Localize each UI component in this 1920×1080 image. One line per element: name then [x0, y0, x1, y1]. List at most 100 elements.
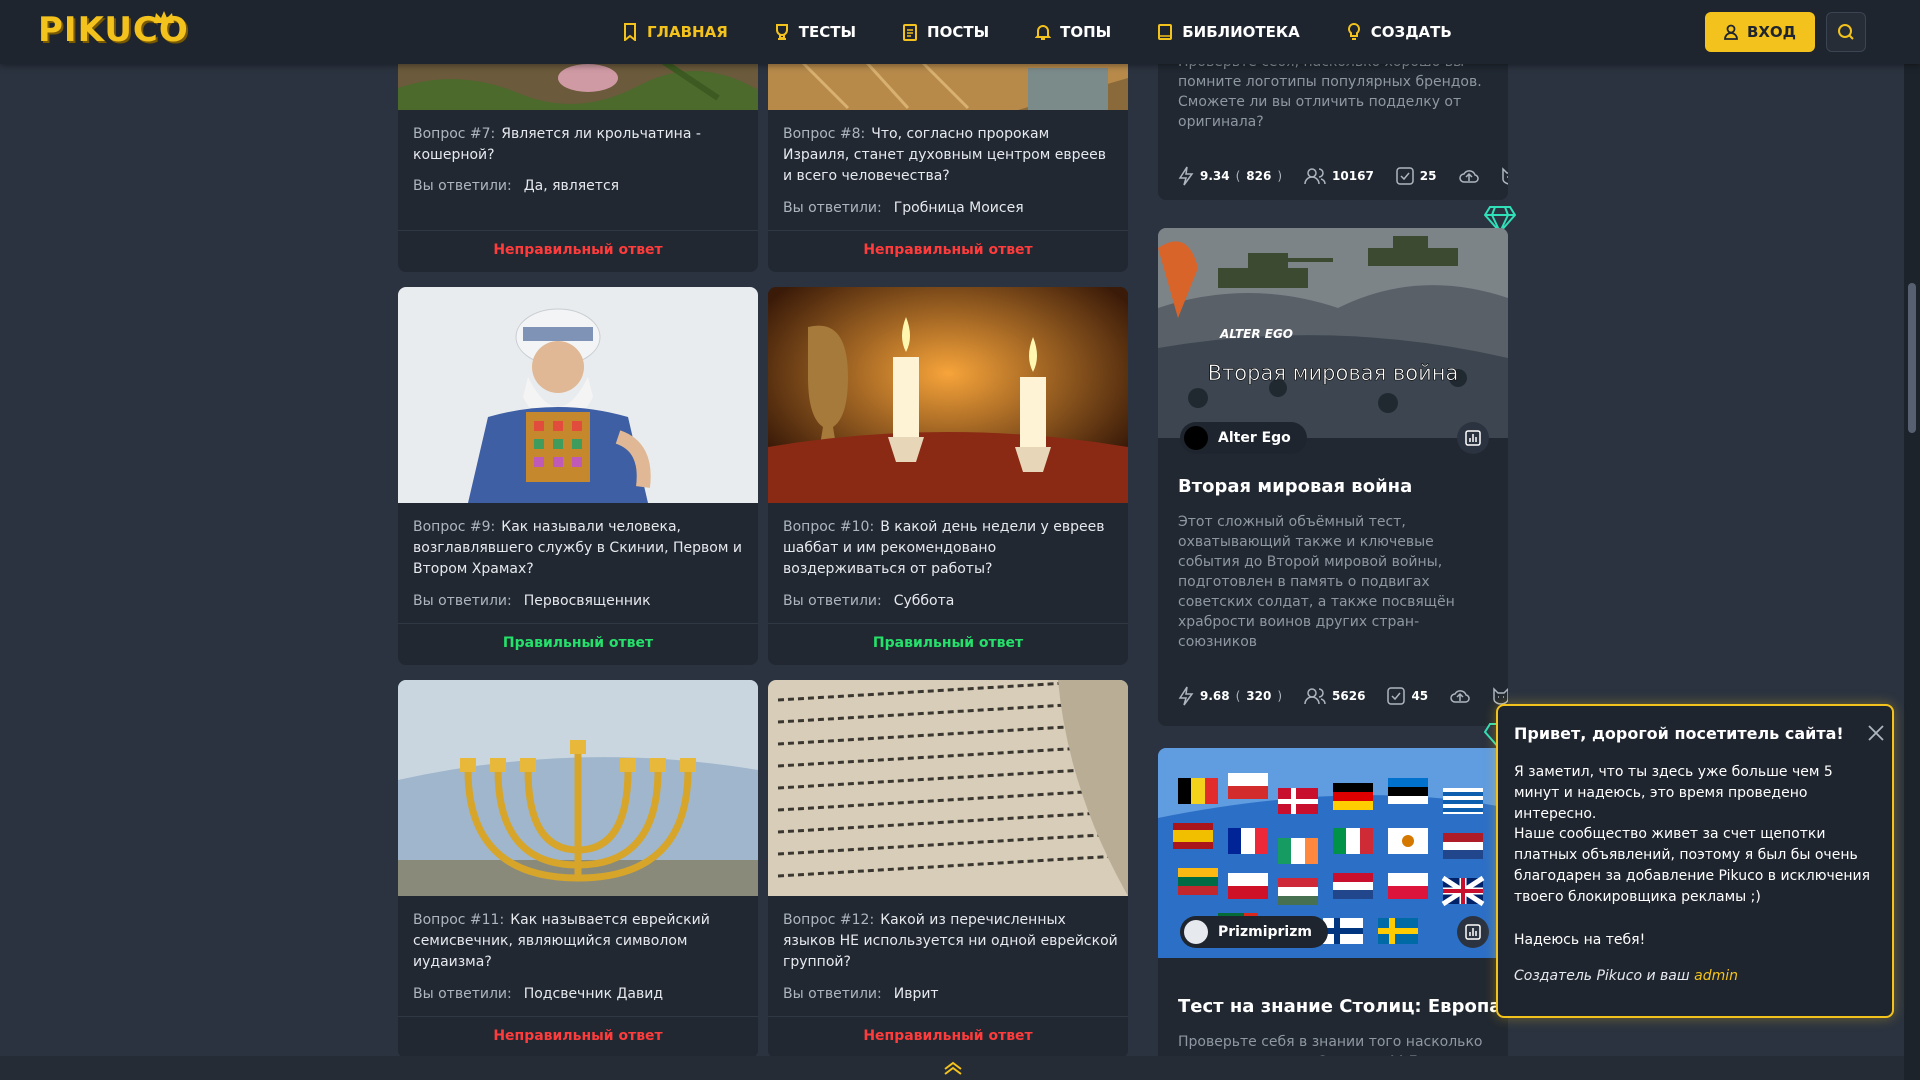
nav-label: СОЗДАТЬ [1370, 23, 1452, 41]
question-text: Вопрос #8: Что, согласно пророкам Израиля… [783, 126, 1106, 184]
question-answer: Вы ответили: Подсвечник Давид [413, 986, 664, 1002]
question-text: Вопрос #9: Как называли человека, возглав… [413, 519, 742, 577]
cat-icon[interactable] [1501, 167, 1509, 185]
login-label: ВХОД [1746, 23, 1797, 41]
question-answer: Вы ответили: Гробница Моисея [783, 200, 1024, 216]
divider [398, 1016, 758, 1017]
question-text: Вопрос #7: Является ли крольчатина - коше… [413, 126, 701, 163]
stats-button[interactable] [1457, 916, 1489, 948]
result-badge: Правильный ответ [502, 635, 654, 651]
test-card-brands[interactable]: Проверьте себя, насколько хорошо вы помн… [1158, 48, 1508, 200]
question-text: Вопрос #11: Как называется еврейский семи… [413, 912, 710, 970]
divider [768, 623, 1128, 624]
bar-chart-icon [1465, 924, 1481, 940]
search-icon [1838, 24, 1854, 40]
popup-paragraph: Надеюсь на тебя! [1514, 932, 1646, 948]
nav-item-create[interactable]: СОЗДАТЬ [1346, 23, 1452, 41]
question-card-10: Вопрос #10: В какой день недели у евреев … [768, 287, 1128, 665]
users-icon [1304, 168, 1326, 185]
nav-item-tops[interactable]: ТОПЫ [1035, 23, 1111, 41]
question-card-8: Вопрос #8: Что, согласно пророкам Израиля… [768, 48, 1128, 272]
test-title[interactable]: Тест на знание Столиц: Европа [1178, 996, 1501, 1017]
crown-icon [154, 11, 174, 23]
checkbox-icon [1396, 167, 1414, 185]
nav-label: ПОСТЫ [927, 23, 990, 41]
result-badge: Неправильный ответ [863, 1028, 1033, 1044]
lightning-icon [1178, 686, 1194, 706]
question-answer: Вы ответили: Первосвященник [413, 593, 651, 609]
nav-label: БИБЛИОТЕКА [1182, 23, 1300, 41]
question-card-9: Вопрос #9: Как называли человека, возглав… [398, 287, 758, 665]
question-image [768, 680, 1128, 896]
bar-chart-icon [1465, 430, 1481, 446]
top-header: PIKUCO ГЛАВНАЯ ТЕСТЫ ПОСТЫ ТОПЫ БИБЛИОТЕ… [0, 0, 1920, 64]
avatar [1184, 426, 1208, 450]
popup-signature: Создатель Pikuco и ваш admin [1514, 968, 1739, 984]
result-badge: Неправильный ответ [493, 1028, 663, 1044]
clipboard-icon [903, 24, 918, 41]
nav-label: ТОПЫ [1060, 23, 1112, 41]
popup-paragraph: Я заметил, что ты здесь уже больше чем 5… [1514, 764, 1833, 822]
test-card-ww2[interactable]: ALTER EGO Вторая мировая война Alter Ego… [1158, 228, 1508, 726]
test-description: Проверьте себя, насколько хорошо вы помн… [1178, 54, 1482, 130]
nav-item-posts[interactable]: ПОСТЫ [902, 23, 989, 41]
question-card-11: Вопрос #11: Как называется еврейский семи… [398, 680, 758, 1058]
close-icon[interactable] [1867, 724, 1885, 742]
nav-item-home[interactable]: ГЛАВНАЯ [622, 23, 728, 41]
result-badge: Неправильный ответ [863, 242, 1033, 258]
test-card-capitals[interactable]: Prizmiprizm Тест на знание Столиц: Европ… [1158, 748, 1508, 1080]
admin-link[interactable]: admin [1694, 968, 1738, 984]
test-stats: 9.34(826) 10167 25 [1178, 166, 1508, 186]
question-answer: Вы ответили: Да, является [413, 178, 620, 194]
nav-label: ГЛАВНАЯ [647, 23, 728, 41]
nav-item-library[interactable]: БИБЛИОТЕКА [1157, 23, 1300, 41]
cover-title-text: Вторая мировая война [1208, 361, 1459, 385]
test-title[interactable]: Вторая мировая война [1178, 476, 1412, 497]
question-answer: Вы ответили: Суббота [783, 593, 955, 609]
upload-cloud-icon[interactable] [1458, 168, 1479, 184]
nav-label: ТЕСТЫ [798, 23, 857, 41]
author-chip[interactable]: Prizmiprizm [1180, 916, 1328, 948]
author-chip[interactable]: Alter Ego [1180, 422, 1307, 454]
popup-title: Привет, дорогой посетитель сайта! [1514, 724, 1844, 743]
scrollbar-thumb[interactable] [1908, 283, 1916, 433]
question-image [768, 287, 1128, 503]
bookmark-icon [624, 23, 636, 41]
test-description: Этот сложный объёмный тест, охватывающий… [1178, 514, 1455, 650]
question-text: Вопрос #10: В какой день недели у евреев … [783, 519, 1105, 577]
adblock-popup: Привет, дорогой посетитель сайта! Я заме… [1496, 704, 1894, 1018]
nav-item-tests[interactable]: ТЕСТЫ [774, 23, 856, 41]
author-name: Prizmiprizm [1218, 924, 1312, 940]
divider [768, 230, 1128, 231]
main-nav: ГЛАВНАЯ ТЕСТЫ ПОСТЫ ТОПЫ БИБЛИОТЕКА СОЗД… [622, 0, 1498, 64]
divider [768, 1016, 1128, 1017]
result-badge: Неправильный ответ [493, 242, 663, 258]
stats-button[interactable] [1457, 422, 1489, 454]
scroll-up-icon[interactable] [942, 1060, 964, 1076]
trophy-icon [775, 24, 788, 40]
question-image [398, 287, 758, 503]
test-cover-image: ALTER EGO Вторая мировая война [1158, 228, 1508, 438]
user-icon [1724, 24, 1738, 40]
cover-brand-text: ALTER EGO [1219, 327, 1293, 341]
question-card-7: Вопрос #7: Является ли крольчатина - коше… [398, 48, 758, 272]
checkbox-icon [1387, 687, 1406, 705]
bell-icon [1035, 25, 1052, 40]
lightning-icon [1178, 166, 1194, 186]
question-answer: Вы ответили: Иврит [783, 986, 939, 1002]
scrollbar-track[interactable] [1904, 0, 1920, 1080]
search-button[interactable] [1826, 12, 1866, 52]
result-badge: Правильный ответ [872, 635, 1024, 651]
test-stats: 9.68(320) 5626 45 [1178, 686, 1508, 706]
upload-cloud-icon[interactable] [1450, 688, 1470, 704]
login-button[interactable]: ВХОД [1705, 12, 1815, 52]
avatar [1184, 920, 1208, 944]
book-icon [1158, 24, 1173, 40]
users-icon [1304, 688, 1326, 705]
author-name: Alter Ego [1218, 430, 1291, 446]
divider [398, 230, 758, 231]
question-image [398, 680, 758, 896]
cat-icon[interactable] [1492, 687, 1508, 705]
lightbulb-icon [1347, 23, 1360, 40]
question-card-12: Вопрос #12: Какой из перечисленных языков… [768, 680, 1128, 1058]
